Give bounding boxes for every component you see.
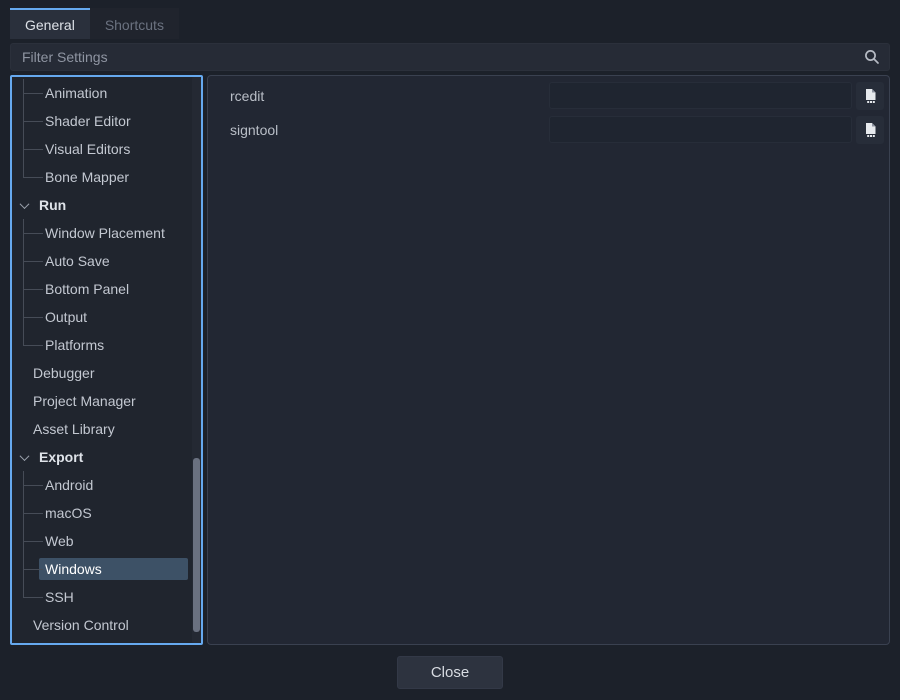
tree-item-run[interactable]: Run: [12, 191, 201, 219]
setting-label: rcedit: [230, 88, 549, 104]
browse-file-button-rcedit[interactable]: [856, 82, 884, 110]
file-icon: [863, 122, 878, 138]
filter-bar: [10, 43, 890, 71]
browse-file-button-signtool[interactable]: [856, 116, 884, 144]
tree-item-ssh[interactable]: SSH: [12, 583, 201, 611]
tree-item-windows[interactable]: Windows: [12, 555, 201, 583]
tree-item-label: Output: [39, 306, 93, 328]
tree-item-auto-save[interactable]: Auto Save: [12, 247, 201, 275]
tree-item-bottom-panel[interactable]: Bottom Panel: [12, 275, 201, 303]
tree-item-label: Web: [39, 530, 80, 552]
dialog-footer: Close: [0, 645, 900, 700]
tree-item-platforms[interactable]: Platforms: [12, 331, 201, 359]
tree-item-label: Visual Editors: [39, 138, 136, 160]
tree-item-android[interactable]: Android: [12, 471, 201, 499]
settings-content: Animation Shader Editor Visual Editors Bone…: [10, 75, 890, 645]
tree-item-bone-mapper[interactable]: Bone Mapper: [12, 163, 201, 191]
search-icon: [863, 48, 881, 66]
tree-item-label: Shader Editor: [39, 110, 137, 132]
close-button[interactable]: Close: [397, 656, 503, 689]
tree-item-label: Export: [33, 446, 89, 468]
tree-item-asset-library[interactable]: Asset Library: [12, 415, 201, 443]
tree-item-animation[interactable]: Animation: [12, 79, 201, 107]
tree-item-macos[interactable]: macOS: [12, 499, 201, 527]
setting-row-rcedit: rcedit: [208, 81, 884, 110]
tree-item-debugger[interactable]: Debugger: [12, 359, 201, 387]
file-icon: [863, 88, 878, 104]
tree-item-export[interactable]: Export: [12, 443, 201, 471]
tree-item-output[interactable]: Output: [12, 303, 201, 331]
chevron-down-icon[interactable]: [16, 449, 32, 465]
settings-properties-panel: rcedit signtool: [207, 75, 890, 645]
tree-item-version-control[interactable]: Version Control: [12, 611, 201, 639]
tree-item-label: Bone Mapper: [39, 166, 135, 188]
tree-item-label: Run: [33, 194, 72, 216]
tree-item-web[interactable]: Web: [12, 527, 201, 555]
tree-item-visual-editors[interactable]: Visual Editors: [12, 135, 201, 163]
tree-item-label: Auto Save: [39, 250, 116, 272]
tree-item-label: Windows: [39, 558, 188, 580]
tree-item-label: Version Control: [27, 614, 135, 636]
tree-item-label: Bottom Panel: [39, 278, 135, 300]
tree-item-label: Platforms: [39, 334, 110, 356]
settings-tree-panel: Animation Shader Editor Visual Editors Bone…: [10, 75, 203, 645]
filter-settings-input[interactable]: [10, 43, 890, 71]
tree-item-window-placement[interactable]: Window Placement: [12, 219, 201, 247]
tree-item-shader-editor[interactable]: Shader Editor: [12, 107, 201, 135]
tree-item-label: Window Placement: [39, 222, 171, 244]
chevron-down-icon[interactable]: [16, 197, 32, 213]
tree-item-label: Android: [39, 474, 99, 496]
tab-bar: GeneralShortcuts: [10, 8, 890, 39]
setting-input-rcedit[interactable]: [549, 82, 852, 109]
setting-input-signtool[interactable]: [549, 116, 852, 143]
tree-item-label: Debugger: [27, 362, 101, 384]
tab-shortcuts[interactable]: Shortcuts: [90, 8, 179, 39]
tree-item-label: SSH: [39, 586, 80, 608]
tree-scrollbar-thumb[interactable]: [193, 458, 200, 632]
tab-general[interactable]: General: [10, 8, 90, 39]
tree-item-label: Project Manager: [27, 390, 142, 412]
tree-item-label: Asset Library: [27, 418, 121, 440]
tree-scrollbar[interactable]: [192, 77, 201, 643]
setting-label: signtool: [230, 122, 549, 138]
setting-row-signtool: signtool: [208, 115, 884, 144]
settings-tree: Animation Shader Editor Visual Editors Bone…: [12, 77, 201, 643]
tree-item-label: macOS: [39, 502, 98, 524]
tree-item-project-manager[interactable]: Project Manager: [12, 387, 201, 415]
tree-item-label: Animation: [39, 82, 113, 104]
